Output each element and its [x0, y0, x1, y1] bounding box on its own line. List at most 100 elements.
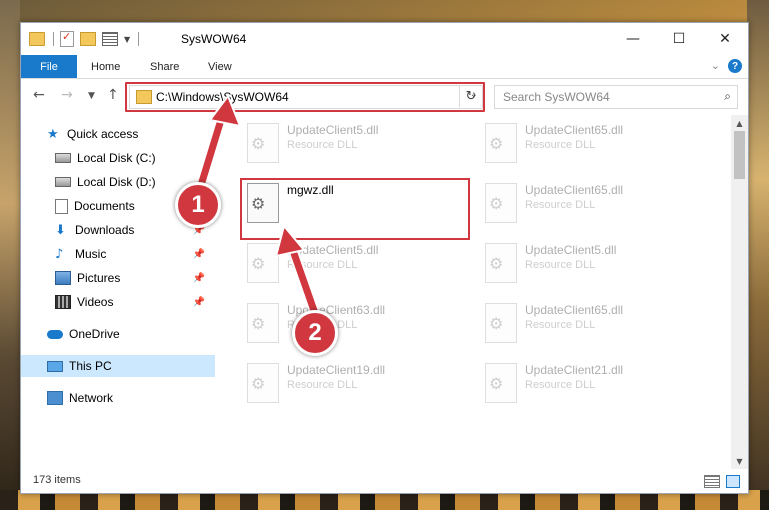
up-arrow-icon[interactable]: ↑ [107, 87, 119, 103]
file-type: Resource DLL [525, 379, 596, 391]
file-name: UpdateClient19.dll [287, 363, 386, 377]
sidebar-item-label: Local Disk (D:) [77, 175, 156, 189]
file-item[interactable]: UpdateClient19.dll Resource DLL [241, 359, 451, 409]
sidebar-item-label: Quick access [67, 127, 139, 141]
file-type: Resource DLL [525, 319, 596, 331]
file-item[interactable]: UpdateClient65.dll Resource DLL [479, 299, 689, 349]
file-item[interactable]: UpdateClient5.dll Resource DLL [241, 119, 451, 169]
download-icon: ⬇ [55, 222, 66, 238]
dll-file-icon [485, 243, 517, 283]
properties-icon[interactable] [60, 30, 74, 47]
navigation-pane: ★ Quick access Local Disk (C:) Local Dis… [21, 115, 215, 469]
file-type: Resource DLL [287, 139, 358, 151]
maximize-button[interactable]: ☐ [656, 23, 702, 55]
pictures-icon [55, 271, 71, 285]
window-controls: — ☐ ✕ [610, 23, 748, 55]
videos-icon [55, 295, 71, 309]
item-count: 173 items [33, 474, 81, 486]
ribbon-tabs: File Home Share View ⌄ ? [21, 55, 748, 79]
explorer-window: ▼ SysWOW64 — ☐ ✕ File Home Share View ⌄ … [20, 22, 749, 494]
search-placeholder: Search SysWOW64 [503, 90, 610, 104]
dll-file-icon [485, 123, 517, 163]
drive-icon [55, 177, 71, 187]
scroll-down-icon[interactable]: ▼ [731, 453, 748, 469]
file-type: Resource DLL [525, 139, 596, 151]
dll-file-icon [247, 243, 279, 283]
background-left [0, 0, 20, 510]
document-icon [55, 198, 68, 214]
dll-file-icon [247, 363, 279, 403]
new-folder-icon[interactable] [80, 32, 96, 46]
sidebar-item-network[interactable]: Network [21, 387, 215, 409]
file-type: Resource DLL [287, 379, 358, 391]
sidebar-item-this-pc[interactable]: This PC [21, 355, 215, 377]
file-type: Resource DLL [287, 259, 358, 271]
status-bar: 173 items [21, 469, 748, 493]
file-name: UpdateClient5.dll [287, 123, 379, 137]
file-name: UpdateClient65.dll [525, 183, 624, 197]
file-name: UpdateClient65.dll [525, 303, 624, 317]
background-right [747, 0, 769, 510]
recent-locations-icon[interactable]: ▼ [88, 91, 95, 101]
dll-file-icon [485, 363, 517, 403]
network-icon [47, 391, 63, 405]
sidebar-item-pictures[interactable]: Pictures 📌 [21, 267, 215, 289]
title-bar: ▼ SysWOW64 — ☐ ✕ [21, 23, 748, 55]
file-item[interactable]: UpdateClient65.dll Resource DLL [479, 179, 689, 229]
file-type: Resource DLL [525, 259, 596, 271]
sidebar-item-quick-access[interactable]: ★ Quick access [21, 123, 215, 145]
customize-toolbar-icon[interactable] [102, 32, 118, 46]
tab-file[interactable]: File [21, 55, 77, 78]
quick-access-toolbar: ▼ [29, 30, 140, 47]
pin-icon[interactable]: 📌 [193, 297, 205, 308]
vertical-scrollbar[interactable]: ▲ ▼ [731, 115, 748, 469]
search-input[interactable]: Search SysWOW64 ⌕ [494, 85, 738, 109]
sidebar-item-label: Downloads [75, 223, 135, 237]
close-button[interactable]: ✕ [702, 23, 748, 55]
file-item[interactable]: UpdateClient63.dll Resource DLL [241, 299, 451, 349]
sidebar-item-label: Pictures [77, 271, 121, 285]
search-icon[interactable]: ⌕ [724, 89, 731, 104]
dll-file-icon [247, 303, 279, 343]
file-name: UpdateClient65.dll [525, 123, 624, 137]
scrollbar-thumb[interactable] [734, 131, 745, 179]
dll-file-icon [247, 123, 279, 163]
file-item[interactable]: UpdateClient65.dll Resource DLL [479, 119, 689, 169]
sidebar-item-videos[interactable]: Videos 📌 [21, 291, 215, 313]
folder-icon [29, 32, 45, 46]
file-item[interactable]: UpdateClient21.dll Resource DLL [479, 359, 689, 409]
pin-icon[interactable]: 📌 [193, 249, 205, 260]
callout-1: 1 [175, 182, 221, 228]
expand-ribbon-icon[interactable]: ⌄ [711, 59, 720, 72]
chevron-down-icon[interactable]: ▼ [124, 35, 130, 44]
sidebar-item-label: OneDrive [69, 327, 120, 341]
sidebar-item-label: This PC [69, 359, 112, 373]
forward-arrow-icon[interactable]: → [61, 87, 73, 103]
cloud-icon [47, 329, 63, 339]
sidebar-item-label: Network [69, 391, 114, 405]
drive-icon [55, 153, 71, 163]
file-name: UpdateClient21.dll [525, 363, 624, 377]
sidebar-item-local-disk-c[interactable]: Local Disk (C:) [21, 147, 215, 169]
help-icon[interactable]: ? [728, 59, 742, 73]
file-list: UpdateClient5.dll Resource DLL UpdateCli… [217, 115, 731, 469]
details-view-icon[interactable] [704, 475, 720, 488]
scroll-up-icon[interactable]: ▲ [731, 115, 748, 131]
address-highlight-box [125, 82, 485, 112]
file-item[interactable]: UpdateClient5.dll Resource DLL [479, 239, 689, 289]
pin-icon[interactable]: 📌 [193, 273, 205, 284]
navigation-bar: ← → ▼ ↑ C:\Windows\SysWOW64 ⌄ ↻ Search S… [21, 79, 748, 113]
music-icon: ♪ [55, 246, 64, 262]
file-item[interactable]: UpdateClient5.dll Resource DLL [241, 239, 451, 289]
sidebar-item-label: Videos [77, 295, 114, 309]
tab-share[interactable]: Share [150, 55, 179, 78]
large-icons-view-icon[interactable] [726, 475, 740, 488]
tab-home[interactable]: Home [91, 55, 120, 78]
minimize-button[interactable]: — [610, 23, 656, 55]
back-arrow-icon[interactable]: ← [33, 87, 45, 103]
tab-view[interactable]: View [208, 55, 232, 78]
dll-file-icon [485, 303, 517, 343]
sidebar-item-music[interactable]: ♪ Music 📌 [21, 243, 215, 265]
sidebar-item-label: Local Disk (C:) [77, 151, 156, 165]
sidebar-item-onedrive[interactable]: OneDrive [21, 323, 215, 345]
